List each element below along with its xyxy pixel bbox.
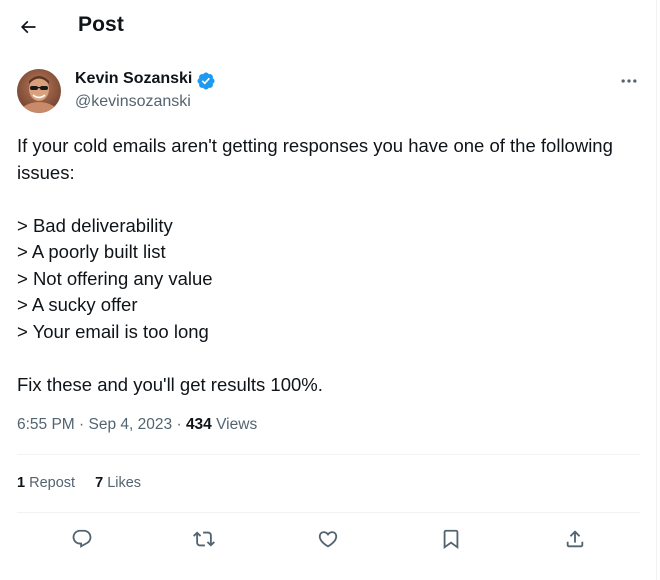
- tweet-text-line: > Bad deliverability: [17, 214, 173, 236]
- more-options-button[interactable]: [613, 68, 645, 94]
- reposts-label: Repost: [29, 475, 76, 491]
- bookmark-button[interactable]: [434, 522, 468, 556]
- author-avatar[interactable]: [17, 69, 61, 113]
- tweet-meta: 6:55 PM · Sep 4, 2023 · 434 Views: [17, 416, 257, 434]
- action-bar: [17, 522, 640, 556]
- reply-bubble-icon: [72, 529, 92, 548]
- likes-label: Likes: [107, 475, 142, 491]
- tweet-timestamp-date[interactable]: Sep 4, 2023: [89, 416, 173, 433]
- tweet-text-line: issues:: [17, 161, 75, 183]
- reposts-stat[interactable]: 1 Repost: [17, 475, 75, 491]
- reposts-count: 1: [17, 475, 26, 491]
- reply-button[interactable]: [65, 522, 99, 556]
- repost-button[interactable]: [187, 522, 221, 556]
- repost-arrows-icon: [193, 531, 215, 547]
- like-button[interactable]: [311, 522, 345, 556]
- tweet-text-blank-line: [17, 345, 642, 372]
- likes-count: 7: [95, 475, 104, 491]
- tweet-text-line: If your cold emails aren't getting respo…: [17, 135, 613, 156]
- tweet-text-line: > Not offering any value: [17, 267, 213, 289]
- tweet-text-line: Fix these and you'll get results 100%.: [17, 373, 323, 395]
- post-header: Post: [0, 0, 657, 53]
- tweet-text-line: > A poorly built list: [17, 241, 166, 262]
- author-name[interactable]: Kevin Sozanski: [75, 70, 192, 88]
- tweet-text-blank-line: [17, 186, 642, 213]
- more-horizontal-icon: [621, 79, 637, 83]
- engagement-stats: 1 Repost 7 Likes: [17, 475, 157, 491]
- bookmark-icon: [443, 529, 459, 550]
- heart-icon: [318, 531, 338, 548]
- tweet-text: If your cold emails aren't getting respo…: [17, 133, 642, 398]
- divider: [17, 512, 640, 513]
- views-count: 434: [185, 416, 212, 433]
- meta-separator: ·: [79, 416, 85, 433]
- page-title: Post: [78, 13, 124, 36]
- tweet-text-line: > A sucky offer: [17, 294, 138, 315]
- post-detail-panel: Post Kevin Sozanski @kevinsozanski If yo…: [0, 0, 657, 580]
- meta-separator: ·: [176, 416, 182, 433]
- views-label: Views: [216, 416, 258, 433]
- avatar-photo: [17, 69, 61, 113]
- likes-stat[interactable]: 7 Likes: [95, 475, 141, 491]
- tweet-timestamp-time[interactable]: 6:55 PM: [17, 416, 75, 433]
- divider: [17, 454, 640, 455]
- back-button[interactable]: [12, 11, 44, 43]
- author-handle[interactable]: @kevinsozanski: [75, 93, 191, 111]
- arrow-left-icon: [20, 20, 36, 34]
- tweet-text-line: > Your email is too long: [17, 320, 209, 342]
- verified-badge-icon: [197, 72, 215, 90]
- share-upload-icon: [566, 530, 584, 548]
- share-button[interactable]: [558, 522, 592, 556]
